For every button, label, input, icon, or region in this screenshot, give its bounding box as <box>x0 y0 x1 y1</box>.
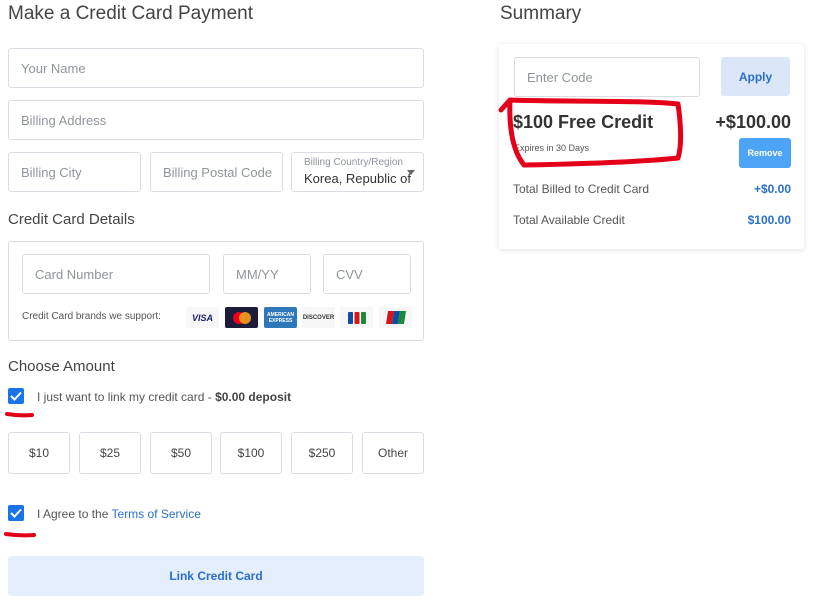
cvv-input[interactable]: CVV <box>323 254 411 294</box>
link-only-label: I just want to link my credit card - $0.… <box>37 390 291 404</box>
billing-postal-input[interactable]: Billing Postal Code <box>150 152 283 192</box>
billing-address-placeholder: Billing Address <box>21 112 107 128</box>
supported-brands-label: Credit Card brands we support: <box>22 311 161 322</box>
country-select-label: Billing Country/Region <box>304 157 403 168</box>
link-only-amount: $0.00 deposit <box>215 390 292 404</box>
annotation-underline-2 <box>4 532 36 538</box>
total-billed-value: +$0.00 <box>753 182 791 196</box>
mastercard-logo <box>225 307 258 328</box>
amex-logo-text: AMERICAN EXPRESS <box>267 311 294 324</box>
amex-logo: AMERICAN EXPRESS <box>264 307 297 328</box>
amount-option-50[interactable]: $50 <box>150 432 212 474</box>
amount-option-25[interactable]: $25 <box>79 432 141 474</box>
checkmark-icon <box>10 391 22 401</box>
amount-option-250[interactable]: $250 <box>291 432 353 474</box>
amount-option-other[interactable]: Other <box>362 432 424 474</box>
unionpay-logo <box>379 307 412 328</box>
amount-option-10[interactable]: $10 <box>8 432 70 474</box>
remove-credit-button[interactable]: Remove <box>739 138 791 168</box>
expiry-placeholder: MM/YY <box>236 266 279 282</box>
card-number-input[interactable]: Card Number <box>22 254 210 294</box>
summary-title: Summary <box>500 3 582 24</box>
terms-prefix: I Agree to the <box>37 507 112 521</box>
card-number-placeholder: Card Number <box>35 266 114 282</box>
expiry-input[interactable]: MM/YY <box>223 254 311 294</box>
name-input[interactable]: Your Name <box>8 48 424 88</box>
terms-label: I Agree to the Terms of Service <box>37 507 201 521</box>
visa-logo: VISA <box>186 307 219 328</box>
jcb-logo <box>340 307 373 328</box>
page-title: Make a Credit Card Payment <box>8 3 253 24</box>
link-credit-card-button[interactable]: Link Credit Card <box>8 556 424 596</box>
credit-title: $100 Free Credit <box>513 112 654 132</box>
billing-address-input[interactable]: Billing Address <box>8 100 424 140</box>
promo-code-input[interactable]: Enter Code <box>514 57 700 97</box>
choose-amount-heading: Choose Amount <box>8 358 115 375</box>
link-only-checkbox[interactable] <box>8 388 24 404</box>
discover-logo-text: DISCOVER <box>302 314 335 321</box>
amount-option-100[interactable]: $100 <box>220 432 282 474</box>
mastercard-circles-icon <box>232 311 251 324</box>
credit-expiry: Expires in 30 Days <box>514 143 590 153</box>
annotation-underline-1 <box>5 412 34 418</box>
discover-logo: DISCOVER <box>302 307 335 328</box>
promo-code-placeholder: Enter Code <box>527 69 593 85</box>
terms-of-service-link[interactable]: Terms of Service <box>112 507 201 521</box>
link-only-text: I just want to link my credit card - <box>37 390 216 404</box>
billing-city-placeholder: Billing City <box>21 164 82 180</box>
apply-code-button[interactable]: Apply <box>721 57 790 96</box>
cvv-placeholder: CVV <box>336 266 363 282</box>
billing-city-input[interactable]: Billing City <box>8 152 141 192</box>
credit-amount: +$100.00 <box>715 112 791 132</box>
chevron-down-icon <box>407 170 415 175</box>
visa-logo-text: VISA <box>191 312 213 323</box>
checkmark-icon <box>10 508 22 518</box>
total-available-value: $100.00 <box>747 213 791 227</box>
total-billed-label: Total Billed to Credit Card <box>513 182 650 196</box>
credit-card-details-heading: Credit Card Details <box>8 211 135 228</box>
billing-postal-placeholder: Billing Postal Code <box>163 164 273 180</box>
total-available-label: Total Available Credit <box>513 213 625 227</box>
country-select-value: Korea, Republic of <box>304 171 411 186</box>
unionpay-stripes-icon <box>385 311 406 324</box>
billing-country-select[interactable]: Billing Country/Region Korea, Republic o… <box>291 152 424 192</box>
name-placeholder: Your Name <box>21 60 86 76</box>
jcb-stripes-icon <box>347 311 366 324</box>
terms-checkbox[interactable] <box>8 505 24 521</box>
